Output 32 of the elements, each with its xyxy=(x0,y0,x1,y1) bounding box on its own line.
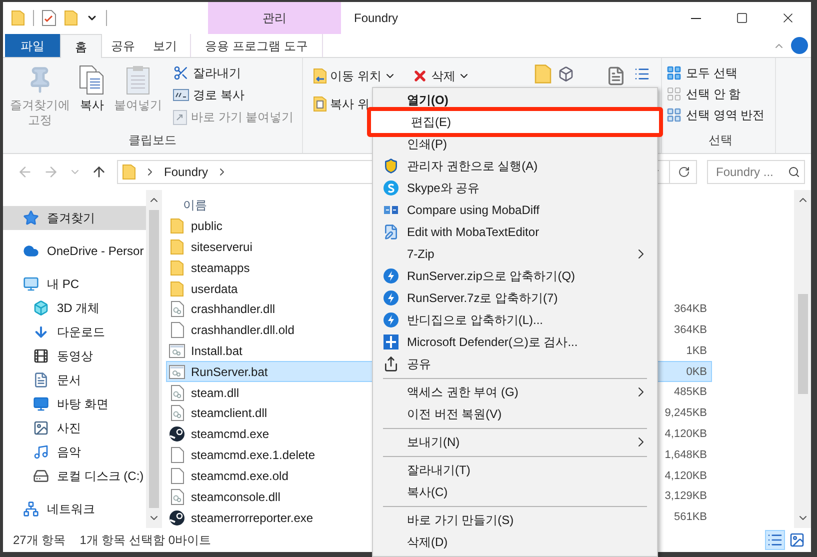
file-size: 561KB xyxy=(674,510,708,526)
file-name: crashhandler.dll.old xyxy=(191,322,294,340)
contextual-group-header: 관리 xyxy=(208,2,341,34)
file-name: public xyxy=(191,218,222,236)
file-size: 4,120KB xyxy=(664,427,708,442)
file-size: 485KB xyxy=(674,385,708,400)
file-name: crashhandler.dll xyxy=(191,301,276,318)
file-name: steamclient.dll xyxy=(191,405,268,422)
file-name: steamapps xyxy=(191,260,250,277)
file-name: steamconsole.dll xyxy=(191,488,280,506)
item-count: 27개 항목 xyxy=(13,532,66,549)
file-size: 1KB xyxy=(686,344,708,359)
file-size: 0KB xyxy=(686,364,708,380)
window-title: Foundry xyxy=(353,10,400,27)
file-name: userdata xyxy=(191,280,238,298)
file-size: 4,120KB xyxy=(664,468,708,484)
file-size: 9,245KB xyxy=(664,406,708,422)
file-size: 3,129KB xyxy=(664,489,708,504)
group-label: 클립보드 xyxy=(128,132,178,149)
file-name: steamerrorreporter.exe xyxy=(191,510,314,527)
file-name: siteserverui xyxy=(191,238,252,256)
file-size: 364KB xyxy=(674,302,708,318)
file-name: RunServer.bat xyxy=(191,364,268,381)
file-name: steamcmd.exe.1.delete xyxy=(191,447,316,464)
file-name: steamcmd.exe.old xyxy=(191,468,288,485)
file-name: steam.dll xyxy=(191,384,240,402)
file-size: 1,648KB xyxy=(664,448,708,463)
file-name: steamcmd.exe xyxy=(191,426,270,444)
file-size: 364KB xyxy=(674,322,708,338)
selection-info: 1개 항목 선택함 0바이트 xyxy=(80,532,212,549)
file-name: Install.bat xyxy=(191,343,242,360)
group-label: 선택 xyxy=(708,132,734,149)
